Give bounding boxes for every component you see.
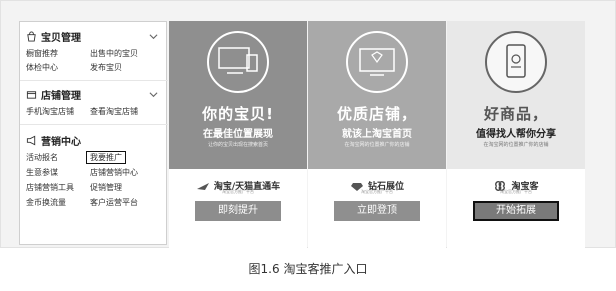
figure-caption: 图1.6 淘宝客推广入口 (248, 262, 368, 276)
panel-headline: 好商品， (483, 105, 549, 123)
section-marketing-center[interactable]: 营销中心 (26, 132, 81, 148)
devices-icon (218, 47, 258, 74)
panel-illustration (485, 31, 547, 93)
panel-fine-print: 在淘宝网的位置推广你的店铺 (483, 142, 549, 148)
panel-banner: 优质店铺， 就该上淘宝首页 在淘宝网的位置推广你的店铺 (308, 21, 446, 169)
promo-panel-diamond: 优质店铺， 就该上淘宝首页 在淘宝网的位置推广你的店铺 钻石展位 淘宝官方推广平… (308, 21, 446, 249)
link-mobile-shop[interactable]: 手机淘宝店铺 (26, 106, 74, 117)
panel-illustration (207, 31, 269, 93)
section-shop-management[interactable]: 店铺管理 (26, 86, 81, 102)
link-items-on-sale[interactable]: 出售中的宝贝 (90, 48, 138, 59)
brand-subtitle: 淘宝官方推广平台 (361, 189, 393, 194)
link-view-shop[interactable]: 查看淘宝店铺 (90, 106, 138, 117)
link-publish-item[interactable]: 发布宝贝 (90, 62, 122, 73)
megaphone-icon (26, 135, 36, 145)
panel-subline: 在最佳位置展现 (203, 129, 273, 140)
panel-subline: 值得找人帮你分享 (476, 129, 556, 140)
brand-row: 钻石展位 淘宝官方推广平台 (308, 179, 446, 194)
section-title: 营销中心 (41, 136, 81, 148)
panel-banner: 好商品， 值得找人帮你分享 在淘宝网的位置推广你的店铺 (447, 21, 585, 169)
brand-subtitle: 淘宝官方推广平台 (500, 189, 532, 194)
panel-headline: 你的宝贝! (202, 105, 274, 123)
link-shop-marketing-center[interactable]: 店铺营销中心 (90, 167, 138, 178)
panel-illustration (346, 31, 408, 93)
link-customer-operations[interactable]: 客户运营平台 (90, 197, 138, 208)
link-window-recommend[interactable]: 橱窗推荐 (26, 48, 58, 59)
link-shop-marketing-tools[interactable]: 店铺营销工具 (26, 182, 74, 193)
panel-banner: 你的宝贝! 在最佳位置展现 让你的宝贝出现在搜索首页 (169, 21, 307, 169)
diamond-monitor-icon (359, 48, 395, 76)
panel-fine-print: 让你的宝贝出现在搜索首页 (207, 142, 268, 148)
link-event-signup[interactable]: 活动报名 (26, 152, 58, 163)
link-coins-for-traffic[interactable]: 金币换流量 (26, 197, 66, 208)
boost-now-button[interactable]: 即刻提升 (195, 201, 281, 221)
brand-row: 淘宝客 淘宝官方推广平台 (447, 179, 585, 194)
panel-fine-print: 在淘宝网的位置推广你的店铺 (344, 142, 410, 148)
phone-share-icon (506, 44, 526, 78)
link-health-center[interactable]: 体检中心 (26, 62, 58, 73)
screenshot-frame: 宝贝管理 橱窗推荐 出售中的宝贝 体检中心 发布宝贝 店铺管理 手机淘宝店铺 查… (0, 0, 616, 249)
link-promote[interactable]: 我要推广 (86, 151, 126, 164)
chevron-down-icon[interactable] (149, 32, 158, 41)
divider (20, 80, 168, 81)
section-title: 宝贝管理 (41, 32, 81, 44)
start-expanding-button[interactable]: 开始拓展 (473, 201, 559, 221)
promo-panel-express: 你的宝贝! 在最佳位置展现 让你的宝贝出现在搜索首页 淘宝/天猫直通车 淘宝官方… (169, 21, 307, 249)
panel-subline: 就该上淘宝首页 (342, 129, 412, 140)
bag-icon (27, 30, 36, 42)
seller-sidebar: 宝贝管理 橱窗推荐 出售中的宝贝 体检中心 发布宝贝 店铺管理 手机淘宝店铺 查… (19, 21, 168, 245)
section-baby-management[interactable]: 宝贝管理 (26, 28, 81, 44)
top-now-button[interactable]: 立即登顶 (334, 201, 420, 221)
divider (20, 124, 168, 125)
brand-subtitle: 淘宝官方推广平台 (222, 189, 254, 194)
section-title: 店铺管理 (41, 90, 81, 102)
link-promotion-management[interactable]: 促销管理 (90, 182, 122, 193)
panel-headline: 优质店铺， (336, 105, 418, 123)
brand-row: 淘宝/天猫直通车 淘宝官方推广平台 (169, 179, 307, 194)
link-business-advisor[interactable]: 生意参谋 (26, 167, 58, 178)
promo-panel-taobaoke: 好商品， 值得找人帮你分享 在淘宝网的位置推广你的店铺 淘宝客 淘宝官方推广平台… (447, 21, 585, 249)
chevron-down-icon[interactable] (149, 90, 158, 99)
shop-icon (26, 90, 37, 99)
